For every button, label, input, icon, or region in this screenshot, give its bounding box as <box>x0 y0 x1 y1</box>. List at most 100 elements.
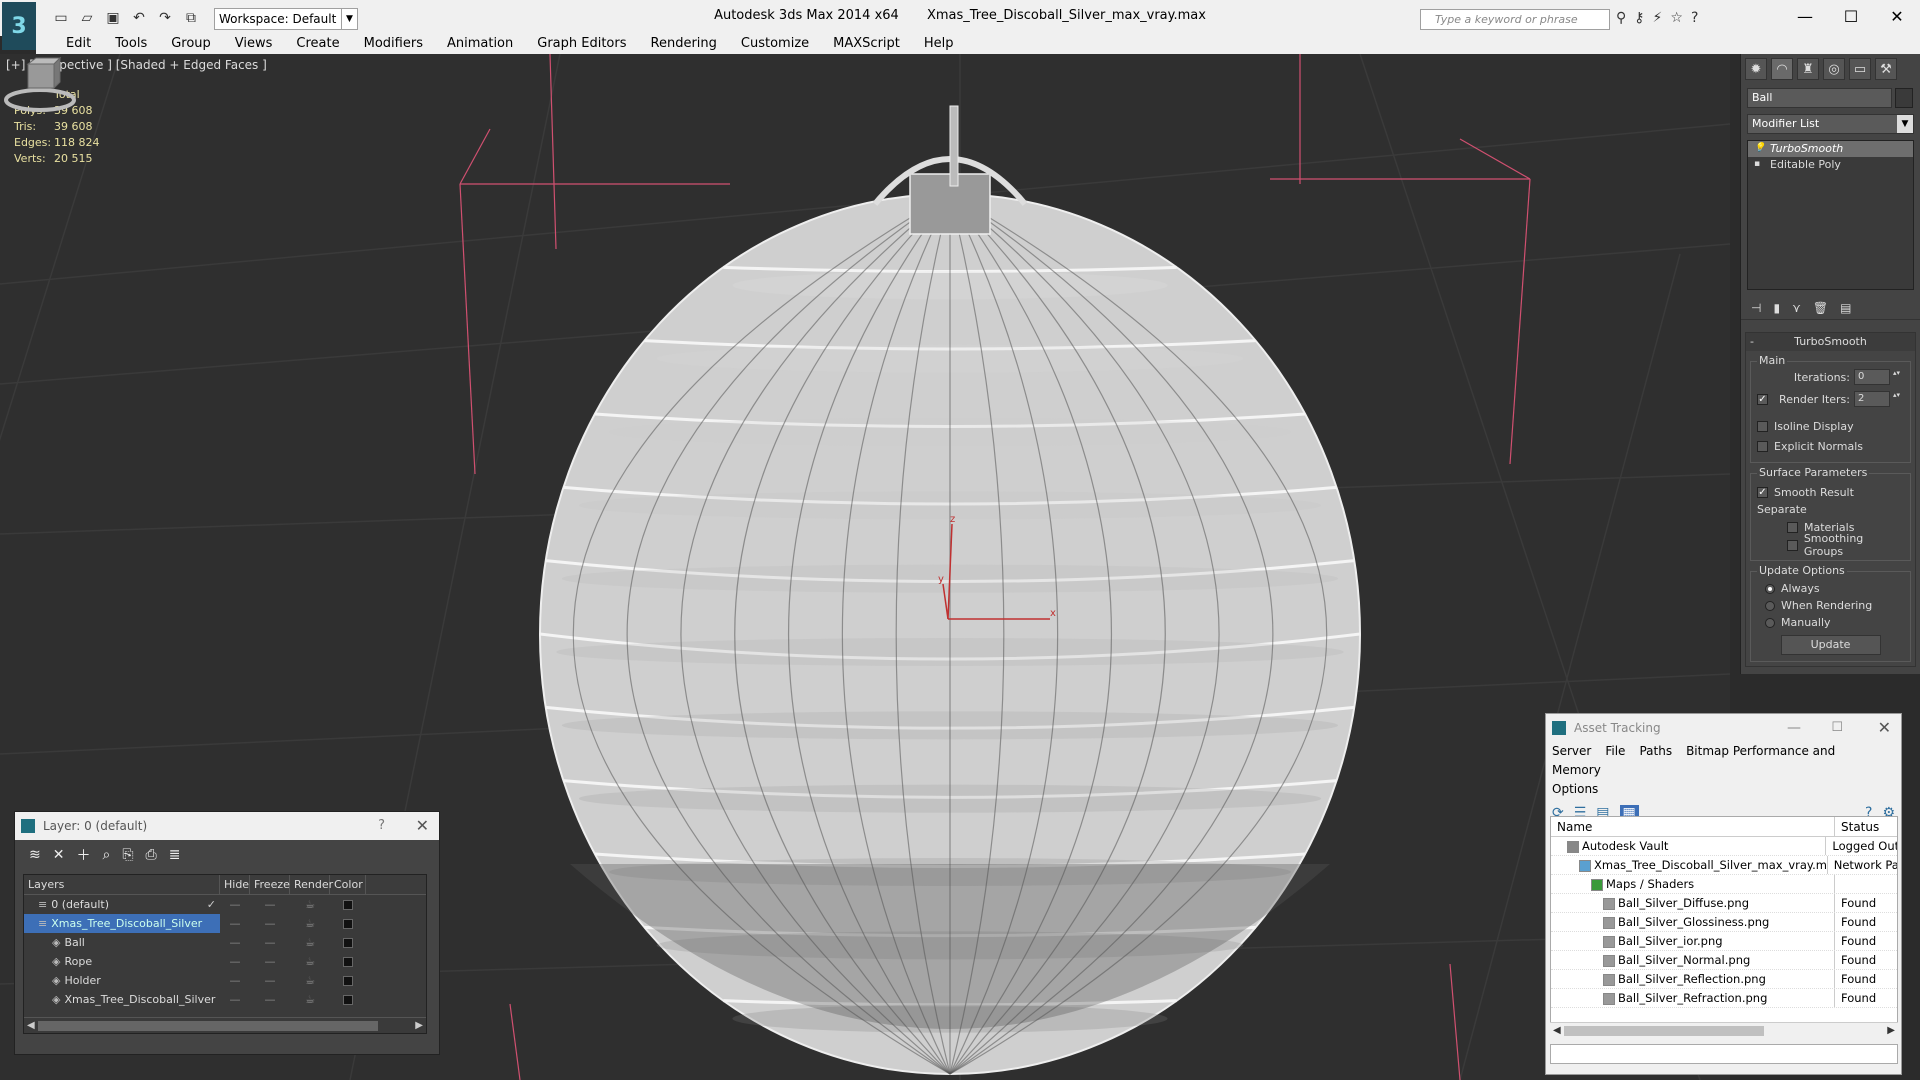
asset-row[interactable]: Ball_Silver_Refraction.png Found <box>1551 989 1897 1008</box>
connect-icon[interactable]: ⚡ <box>1653 10 1663 26</box>
close-icon[interactable]: ✕ <box>1878 714 1891 742</box>
create-tab-icon[interactable]: ✹ <box>1745 58 1767 80</box>
menu-file[interactable]: File <box>1605 744 1625 758</box>
save-icon[interactable]: ▣ <box>102 8 124 28</box>
asset-row[interactable]: Ball_Silver_Glossiness.png Found <box>1551 913 1897 932</box>
color-cell[interactable] <box>330 933 366 952</box>
render-toggle[interactable]: ☕ <box>290 914 330 933</box>
iterations-spinner[interactable]: 0 <box>1854 369 1901 385</box>
object-name-field[interactable]: Ball <box>1747 88 1913 108</box>
color-cell[interactable] <box>330 990 366 1009</box>
modify-tab-icon[interactable]: ◠ <box>1771 58 1793 80</box>
menu-views[interactable]: Views <box>223 36 285 51</box>
explicit-normals-checkbox[interactable]: Explicit Normals <box>1757 436 1904 456</box>
show-end-result-icon[interactable]: ▮ <box>1773 301 1780 315</box>
modifier-list-dropdown[interactable]: Modifier List ▼ <box>1747 114 1914 134</box>
app-logo[interactable]: 3 <box>2 2 36 50</box>
menu-options[interactable]: Options <box>1552 782 1598 796</box>
menu-modifiers[interactable]: Modifiers <box>352 36 435 51</box>
menu-graph-editors[interactable]: Graph Editors <box>525 36 638 51</box>
menu-customize[interactable]: Customize <box>729 36 821 51</box>
render-iters-spinner[interactable]: 2 <box>1854 391 1901 407</box>
configure-sets-icon[interactable]: ▤ <box>1840 301 1851 315</box>
select-objects-icon[interactable]: ⎘ <box>122 847 133 863</box>
motion-tab-icon[interactable]: ◎ <box>1823 58 1845 80</box>
rollout-header[interactable]: - TurboSmooth <box>1746 333 1915 351</box>
column-layers[interactable]: Layers <box>24 875 220 894</box>
horizontal-scrollbar[interactable]: ◀ ▶ <box>24 1017 426 1033</box>
column-status[interactable]: Status <box>1835 817 1879 836</box>
maximize-icon[interactable]: ☐ <box>1831 714 1843 742</box>
layer-row[interactable]: ≡ 0 (default) ✓ — — ☕ <box>24 895 426 914</box>
render-toggle[interactable]: ☕ <box>290 952 330 971</box>
color-cell[interactable] <box>330 952 366 971</box>
render-toggle[interactable]: ☕ <box>290 895 330 914</box>
hide-toggle[interactable]: — <box>220 952 250 971</box>
asset-row[interactable]: Maps / Shaders <box>1551 875 1897 894</box>
horizontal-scrollbar[interactable]: ◀ ▶ <box>1550 1022 1898 1038</box>
color-cell[interactable] <box>330 914 366 933</box>
hide-toggle[interactable]: — <box>220 990 250 1009</box>
close-icon[interactable]: ✕ <box>1874 0 1920 32</box>
menu-create[interactable]: Create <box>284 36 351 51</box>
smoothing-groups-checkbox[interactable]: Smoothing Groups <box>1757 532 1904 558</box>
utilities-tab-icon[interactable]: ⚒ <box>1875 58 1897 80</box>
menu-maxscript[interactable]: MAXScript <box>821 36 912 51</box>
column-color[interactable]: Color <box>330 875 366 894</box>
layer-row[interactable]: ◈ Rope — — ☕ <box>24 952 426 971</box>
asset-row[interactable]: Autodesk Vault Logged Out <box>1551 837 1897 856</box>
stack-item-editable-poly[interactable]: ▪ Editable Poly <box>1748 157 1913 173</box>
maximize-icon[interactable]: ☐ <box>1828 0 1874 32</box>
color-cell[interactable] <box>330 895 366 914</box>
menu-rendering[interactable]: Rendering <box>639 36 729 51</box>
scroll-right-icon[interactable]: ▶ <box>1887 1023 1895 1039</box>
asset-row[interactable]: Ball_Silver_Normal.png Found <box>1551 951 1897 970</box>
select-highlight-icon[interactable]: ⌕ <box>102 847 110 863</box>
menu-help[interactable]: Help <box>912 36 966 51</box>
display-tab-icon[interactable]: ▭ <box>1849 58 1871 80</box>
binoculars-icon[interactable]: ⚲ <box>1616 10 1626 26</box>
expand-icon[interactable]: ▪ <box>1754 159 1764 169</box>
freeze-toggle[interactable]: — <box>250 914 290 933</box>
asset-row[interactable]: Xmas_Tree_Discoball_Silver_max_vray.max N… <box>1551 856 1897 875</box>
column-render[interactable]: Render <box>290 875 333 894</box>
always-radio[interactable]: Always <box>1757 580 1904 597</box>
delete-layer-icon[interactable]: ✕ <box>53 847 65 863</box>
remove-modifier-icon[interactable]: 🗑 <box>1813 301 1828 315</box>
freeze-toggle[interactable]: — <box>250 952 290 971</box>
asset-row[interactable]: Ball_Silver_Reflection.png Found <box>1551 970 1897 989</box>
column-name[interactable]: Name <box>1551 817 1835 836</box>
layers-icon[interactable]: ≋ <box>29 847 41 863</box>
layer-row[interactable]: ◈ Xmas_Tree_Discoball_Silver — — ☕ <box>24 990 426 1009</box>
render-toggle[interactable]: ☕ <box>290 971 330 990</box>
highlight-layer-icon[interactable]: ⎙ <box>146 847 157 863</box>
freeze-toggle[interactable]: — <box>250 933 290 952</box>
freeze-toggle[interactable]: — <box>250 895 290 914</box>
help-icon[interactable]: ? <box>378 812 385 840</box>
asset-row[interactable]: Ball_Silver_Diffuse.png Found <box>1551 894 1897 913</box>
color-cell[interactable] <box>330 971 366 990</box>
menu-paths[interactable]: Paths <box>1639 744 1672 758</box>
redo-icon[interactable]: ↷ <box>154 8 176 28</box>
asset-tracking-titlebar[interactable]: Asset Tracking — ☐ ✕ <box>1546 714 1901 742</box>
layer-row[interactable]: ≡ Xmas_Tree_Discoball_Silver — — ☕ <box>24 914 426 933</box>
open-file-icon[interactable]: ▱ <box>76 8 98 28</box>
minimize-icon[interactable]: — <box>1782 0 1828 32</box>
star-icon[interactable]: ☆ <box>1670 10 1683 26</box>
help-icon[interactable]: ? <box>1691 10 1698 26</box>
hide-toggle[interactable]: — <box>220 971 250 990</box>
hide-toggle[interactable]: — <box>220 933 250 952</box>
scroll-thumb[interactable] <box>38 1021 378 1031</box>
menu-animation[interactable]: Animation <box>435 36 525 51</box>
make-unique-icon[interactable]: ⋎ <box>1792 301 1801 315</box>
layer-row[interactable]: ◈ Ball — — ☕ <box>24 933 426 952</box>
smooth-result-checkbox[interactable]: ✓ Smooth Result <box>1757 482 1904 502</box>
pin-stack-icon[interactable]: ⊣ <box>1751 301 1761 315</box>
menu-bitmap-performance-and-memory[interactable]: Bitmap Performance and Memory <box>1552 744 1835 777</box>
menu-server[interactable]: Server <box>1552 744 1591 758</box>
menu-edit[interactable]: Edit <box>54 36 103 51</box>
render-toggle[interactable]: ☕ <box>290 933 330 952</box>
minimize-icon[interactable]: — <box>1787 714 1801 742</box>
manually-radio[interactable]: Manually <box>1757 614 1904 631</box>
scroll-thumb[interactable] <box>1564 1026 1764 1036</box>
